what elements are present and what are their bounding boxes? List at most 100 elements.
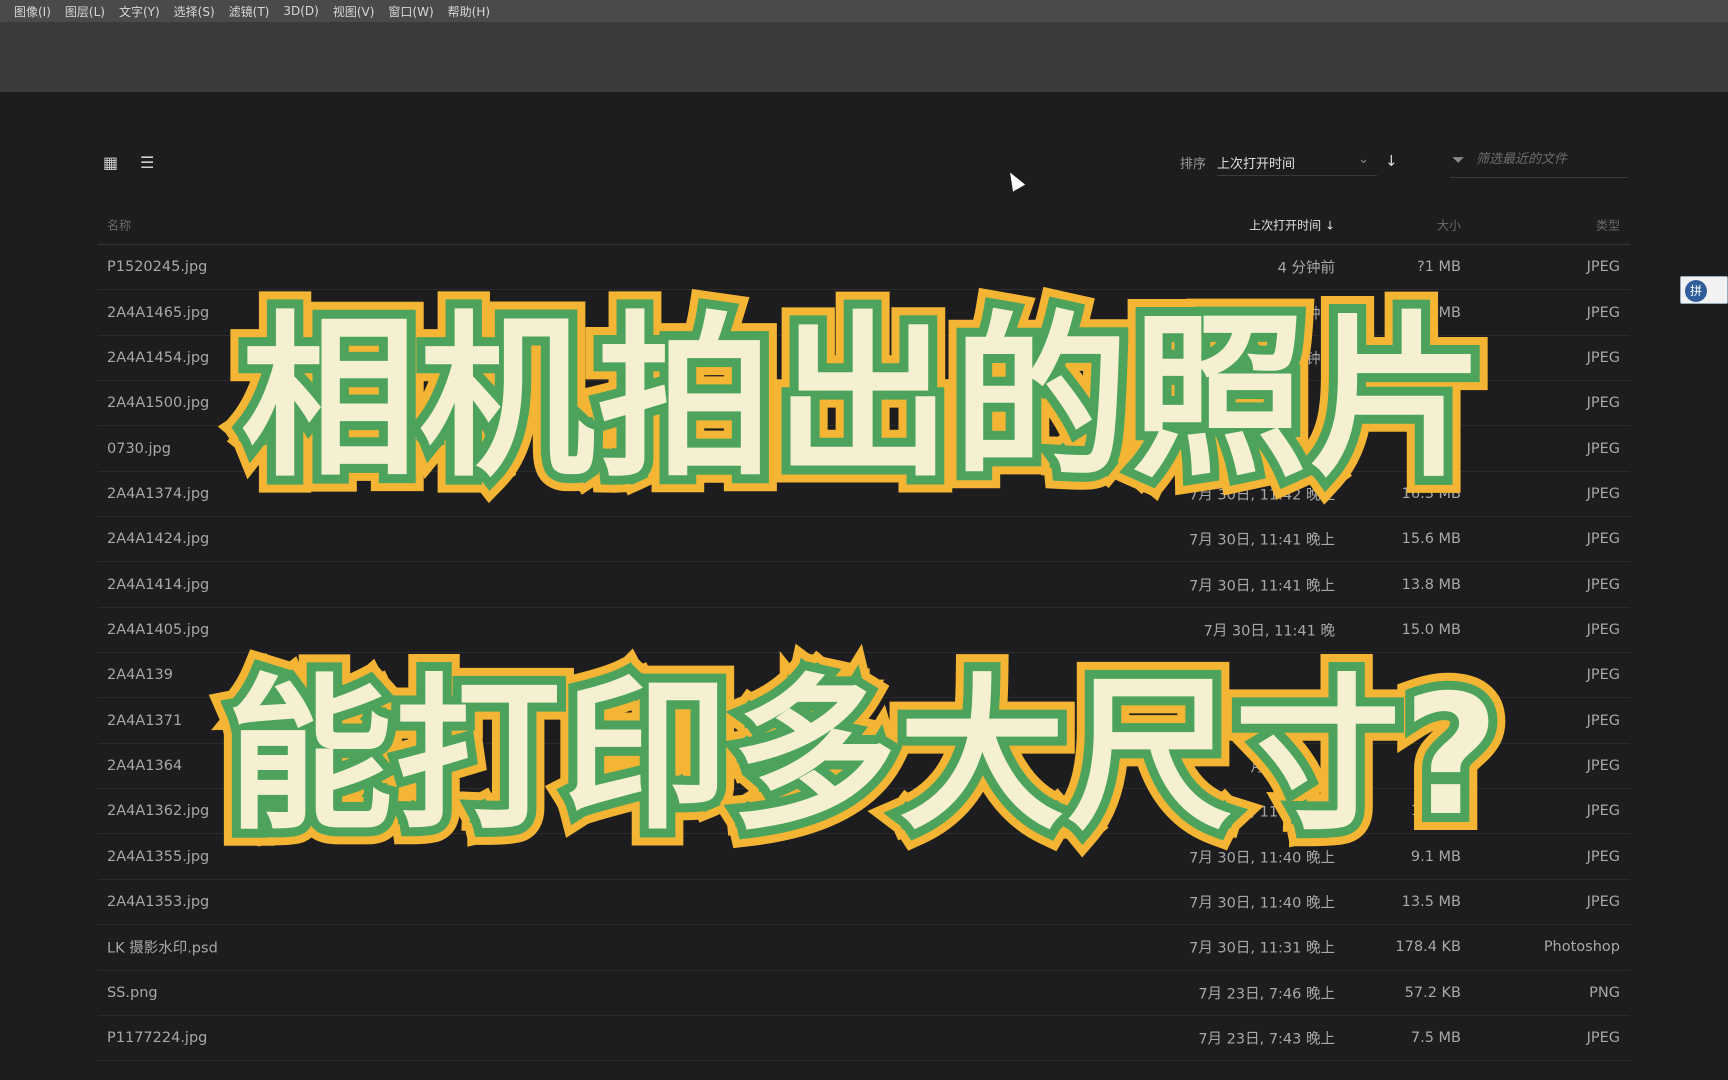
last-opened: 7月 30日, 11:31 晚上 [1189, 940, 1335, 957]
menu-item[interactable]: 视图(V) [333, 3, 375, 20]
table-row[interactable]: 2A4A139 7 JPEG [98, 653, 1630, 699]
sort-value: 上次打开时间 [1217, 157, 1296, 172]
last-opened: 7月 23日, 7:46 晚上 [1198, 986, 1335, 1003]
last-opened: 7月 30日, 11:41 晚上 [1189, 532, 1335, 549]
list-view-icon[interactable]: ☰ [140, 154, 158, 172]
table-row[interactable]: 2A4A1454.jpg 分钟前 B JPEG [98, 336, 1630, 382]
menu-item[interactable]: 3D(D) [283, 4, 318, 18]
file-name: 2A4A1454.jpg [107, 349, 210, 366]
menu-item[interactable]: 图层(L) [65, 3, 105, 20]
file-type: JPEG [1586, 304, 1620, 321]
table-row[interactable]: 2A4A1424.jpg 7月 30日, 11:41 晚上 15.6 MB JPEG [98, 517, 1630, 563]
menu-item[interactable]: 滤镜(T) [229, 3, 270, 20]
header-type[interactable]: 类型 [1596, 216, 1620, 233]
file-type: JPEG [1586, 848, 1620, 865]
table-row[interactable]: 2A4A1500.jpg 钟 B JPEG [98, 381, 1630, 427]
menu-item[interactable]: 帮助(H) [448, 3, 490, 20]
table-row[interactable]: 2A4A1364 月 30日, 11: JPEG [98, 744, 1630, 790]
table-row[interactable]: P1520245.jpg 4 分钟前 ?1 MB JPEG [98, 245, 1630, 291]
last-opened: 7月 30日, 11:40 晚上 [1189, 804, 1335, 821]
menu-item[interactable]: 选择(S) [174, 3, 215, 20]
file-size: 16.3 MB [1401, 485, 1461, 502]
file-type: JPEG [1586, 576, 1620, 593]
file-size: ?1 MB [1417, 259, 1461, 276]
file-size: 1 [1451, 712, 1461, 729]
menu-bar: 图像(I) 图层(L) 文字(Y) 选择(S) 滤镜(T) 3D(D) 视图(V) 窗口(W)… [0, 0, 1728, 22]
file-name: P1177224.jpg [107, 1030, 208, 1047]
mouse-cursor [1004, 169, 1026, 192]
filter-input[interactable] [1476, 152, 1626, 167]
last-opened: 7月 30日, 11:40 晚上 [1189, 850, 1335, 867]
file-type: JPEG [1586, 349, 1620, 366]
file-size: MB [1438, 304, 1461, 321]
filter-field[interactable]: ⏷ [1450, 148, 1628, 178]
last-opened: 4 分钟前 [1277, 260, 1335, 277]
file-type: JPEG [1586, 485, 1620, 502]
menu-item[interactable]: 文字(Y) [119, 3, 160, 20]
filter-icon: ⏷ [1452, 150, 1465, 169]
file-name: 2A4A1414.jpg [107, 576, 210, 593]
file-type: Photoshop [1543, 939, 1620, 956]
file-name: 2A4A139 [107, 667, 173, 684]
file-name: 0730.jpg [107, 440, 171, 457]
file-size: 13.8 MB [1401, 576, 1461, 593]
file-size: 9.1 MB [1410, 848, 1461, 865]
last-opened: 7月 30日, 11:41 晚 [1203, 623, 1335, 640]
file-type: JPEG [1586, 712, 1620, 729]
table-row[interactable]: SS.png 7月 23日, 7:46 晚上 57.2 KB PNG [98, 971, 1630, 1016]
table-row[interactable]: LK 摄影水印.psd 7月 30日, 11:31 晚上 178.4 KB Photo… [98, 925, 1630, 971]
sort-label: 排序 [1180, 157, 1207, 172]
table-row[interactable]: 2A4A1374.jpg 7月 30日, 11:42 晚上 16.3 MB JPEG [98, 472, 1630, 518]
file-type: JPEG [1586, 259, 1620, 276]
menu-item[interactable]: 图像(I) [14, 3, 51, 20]
file-name: 2A4A1371 [107, 712, 183, 729]
header-size[interactable]: 大小 [1437, 216, 1461, 233]
file-type: JPEG [1586, 395, 1620, 412]
table-row[interactable]: 2A4A1353.jpg 7月 30日, 11:40 晚上 13.5 MB JPEG [98, 880, 1630, 926]
file-name: 2A4A1424.jpg [107, 531, 210, 548]
ime-icon: 拼 [1685, 280, 1707, 302]
last-opened: 7月 3 [1297, 714, 1335, 731]
options-toolbar [0, 22, 1728, 92]
file-type: JPEG [1586, 667, 1620, 684]
header-name[interactable]: 名称 [107, 216, 131, 233]
table-row[interactable]: 2A4A1465.jpg 分钟前 MB JPEG [98, 290, 1630, 336]
table-row[interactable]: 2A4A1414.jpg 7月 30日, 11:41 晚上 13.8 MB JPEG [98, 562, 1630, 608]
file-name: 2A4A1355.jpg [107, 848, 210, 865]
file-name: 2A4A1362.jpg [107, 803, 210, 820]
file-size: B [1451, 395, 1461, 412]
last-opened: 7月 23日, 7:43 晚上 [1198, 1031, 1335, 1048]
file-name: 2A4A1353.jpg [107, 893, 210, 910]
sort-dropdown[interactable]: 上次打开时间 ⌄ [1217, 148, 1377, 176]
file-size: 1.3 MB [1410, 803, 1461, 820]
table-row[interactable]: 2A4A1405.jpg 7月 30日, 11:41 晚 15.0 MB JPEG [98, 608, 1630, 654]
header-date[interactable]: 上次打开时间 ↓ [1249, 216, 1335, 233]
table-row[interactable]: 2A4A1355.jpg 7月 30日, 11:40 晚上 9.1 MB JPEG [98, 834, 1630, 880]
table-header: 名称 上次打开时间 ↓ 大小 类型 [98, 205, 1630, 245]
file-type: JPEG [1586, 440, 1620, 457]
file-size: 15.6 MB [1401, 531, 1461, 548]
last-opened: 分钟前 [1291, 351, 1336, 368]
last-opened: 分钟前 [1291, 306, 1336, 323]
table-row[interactable]: P1177224.jpg 7月 23日, 7:43 晚上 7.5 MB JPEG [98, 1016, 1630, 1062]
file-name: 2A4A1465.jpg [107, 304, 210, 321]
file-type: JPEG [1586, 803, 1620, 820]
table-row[interactable]: 2A4A1371 7月 3 1 JPEG [98, 698, 1630, 744]
menu-item[interactable]: 窗口(W) [388, 3, 433, 20]
file-name: 2A4A1374.jpg [107, 485, 210, 502]
sort-direction-button[interactable]: ↓ [1385, 152, 1398, 170]
file-type: JPEG [1586, 757, 1620, 774]
last-opened: 7月 30日, 11:42 晚上 [1189, 487, 1335, 504]
grid-view-icon[interactable]: ▦ [103, 154, 121, 172]
file-size: B [1451, 349, 1461, 366]
ime-indicator[interactable]: 拼 [1680, 276, 1728, 304]
recent-files-table: 名称 上次打开时间 ↓ 大小 类型 P1520245.jpg 4 分钟前 ?1 MB… [98, 205, 1630, 1062]
table-row[interactable]: 2A4A1362.jpg 7月 30日, 11:40 晚上 1.3 MB JPEG [98, 789, 1630, 835]
file-type: JPEG [1586, 1030, 1620, 1047]
file-size: KB [1441, 440, 1461, 457]
last-opened: 7月 日, 晚上 [1253, 442, 1335, 459]
file-type: JPEG [1586, 531, 1620, 548]
table-row[interactable]: 0730.jpg 7月 日, 晚上 KB JPEG [98, 426, 1630, 472]
file-name: LK 摄影水印.psd [107, 940, 218, 957]
last-opened: 7月 30日, 11:41 晚上 [1189, 578, 1335, 595]
